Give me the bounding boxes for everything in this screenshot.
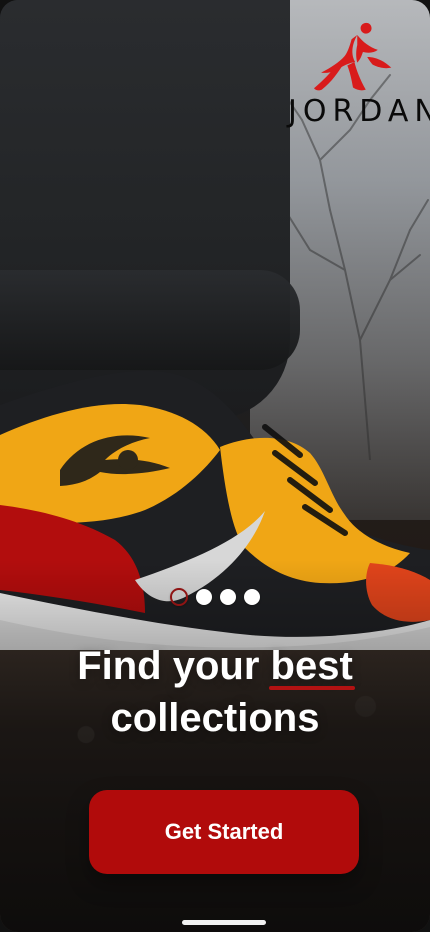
pagination-dot-2[interactable] xyxy=(196,589,212,605)
pagination-dot-4[interactable] xyxy=(244,589,260,605)
jumpman-icon xyxy=(314,22,392,91)
pagination-dots xyxy=(0,588,430,606)
pagination-dot-1[interactable] xyxy=(170,588,188,606)
headline-highlight: best xyxy=(268,640,356,692)
headline-prefix: Find your xyxy=(77,644,260,688)
headline-line-2: collections xyxy=(110,696,320,740)
home-indicator xyxy=(182,920,266,925)
headline-line-1: Find your best xyxy=(0,640,430,692)
brand: JORDAN xyxy=(288,18,430,133)
onboarding-headline: Find your best collections xyxy=(0,640,430,744)
get-started-button[interactable]: Get Started xyxy=(89,790,359,874)
onboarding-screen: JORDAN Find your best collections Get St… xyxy=(0,0,430,932)
brand-wordmark: JORDAN xyxy=(288,94,430,129)
pagination-dot-3[interactable] xyxy=(220,589,236,605)
ground-shade xyxy=(0,560,430,932)
